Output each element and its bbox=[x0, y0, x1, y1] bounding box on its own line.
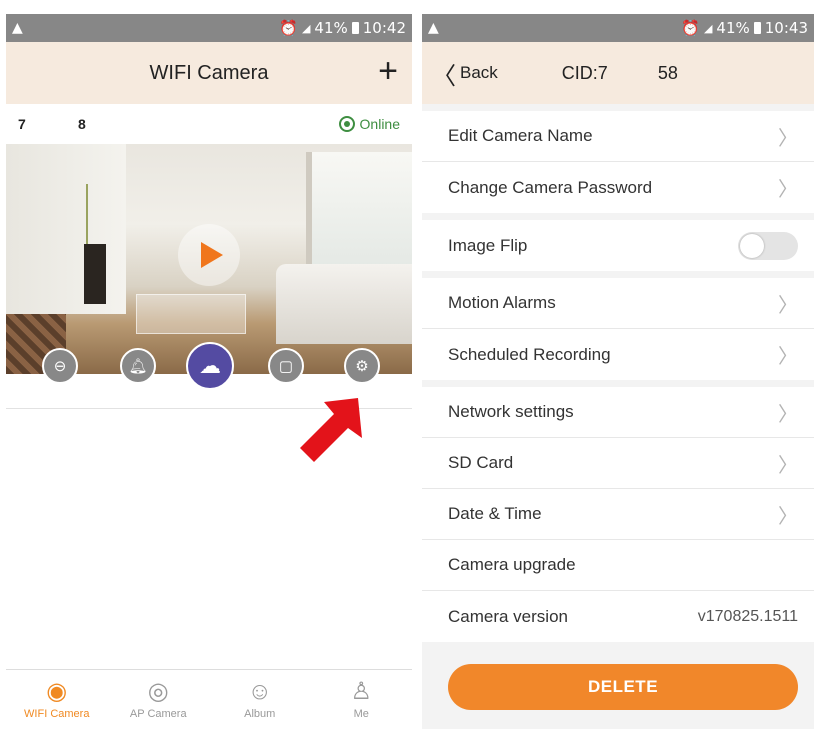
bottom-nav: ◉ WIFI Camera ◎ AP Camera ☺ Album ♙ Me bbox=[6, 669, 412, 729]
chevron-left-icon: 〈 bbox=[432, 62, 456, 90]
chevron-right-icon: 〉 bbox=[778, 346, 798, 368]
nav-label: AP Camera bbox=[129, 707, 187, 720]
sd-card-row[interactable]: SD Card 〉 bbox=[422, 438, 814, 489]
battery-percent: 41% bbox=[314, 19, 348, 37]
online-status: Online bbox=[338, 116, 400, 132]
chevron-right-icon: 〉 bbox=[778, 127, 798, 150]
back-label: Back bbox=[460, 63, 498, 82]
camera-icon: ◎ bbox=[147, 677, 169, 705]
row-label: SD Card bbox=[448, 453, 514, 472]
page-title: WIFI Camera bbox=[149, 61, 269, 84]
warning-triangle-icon: ▲ bbox=[12, 20, 23, 36]
camera-upgrade-row[interactable]: Camera upgrade bbox=[422, 540, 814, 591]
image-flip-row: Image Flip bbox=[422, 220, 814, 271]
chevron-right-icon: 〉 bbox=[778, 179, 798, 201]
cloud-icon[interactable]: ☁ bbox=[186, 342, 234, 390]
status-bar: ▲ ⏰ ◢ 41% 10:43 bbox=[422, 14, 814, 42]
clock: 10:42 bbox=[362, 19, 406, 37]
row-label: Camera upgrade bbox=[448, 555, 576, 574]
wifi-camera-screen: ▲ ⏰ ◢ 41% 10:42 WIFI Camera + 7 8 Online bbox=[6, 14, 412, 729]
camera-id-part: 8 bbox=[78, 116, 86, 132]
edit-camera-name-row[interactable]: Edit Camera Name 〉 bbox=[422, 111, 814, 162]
signal-icon: ◢ bbox=[301, 21, 311, 35]
alarm-icon: ⏰ bbox=[681, 19, 700, 37]
battery-icon bbox=[753, 22, 761, 34]
nav-label: Album bbox=[244, 707, 276, 720]
motion-alarms-row[interactable]: Motion Alarms 〉 bbox=[422, 278, 814, 329]
cid-label: CID: bbox=[561, 62, 598, 83]
webcam-icon: ◉ bbox=[46, 677, 68, 705]
camera-settings-screen: ▲ ⏰ ◢ 41% 10:43 〈 Back CID:7 58 Edit Cam… bbox=[422, 14, 814, 729]
album-icon: ☺ bbox=[247, 677, 272, 705]
bell-icon[interactable]: 🔔︎ bbox=[120, 348, 156, 384]
warning-triangle-icon: ▲ bbox=[428, 20, 439, 36]
nav-label: WIFI Camera bbox=[24, 707, 90, 720]
online-icon bbox=[338, 116, 355, 132]
camera-actions: ⊖ 🔔︎ ☁ ▢ ⚙ bbox=[6, 340, 412, 390]
scheduled-recording-row[interactable]: Scheduled Recording 〉 bbox=[422, 329, 814, 380]
row-label: Motion Alarms bbox=[448, 293, 556, 312]
app-bar: 〈 Back CID:7 58 bbox=[422, 42, 814, 104]
lock-icon[interactable]: ⊖ bbox=[42, 348, 78, 384]
camera-version-row: Camera version v170825.1511 bbox=[422, 591, 814, 642]
clock: 10:43 bbox=[764, 19, 808, 37]
date-time-row[interactable]: Date & Time 〉 bbox=[422, 489, 814, 540]
red-arrow-annotation bbox=[300, 398, 362, 462]
settings-group: Network settings 〉 SD Card 〉 Date & Time… bbox=[422, 387, 814, 642]
chevron-right-icon: 〉 bbox=[778, 403, 798, 426]
chevron-right-icon: 〉 bbox=[778, 454, 798, 477]
nav-wifi-camera[interactable]: ◉ WIFI Camera bbox=[6, 670, 108, 729]
delete-button[interactable]: DELETE bbox=[448, 664, 798, 710]
settings-group: Edit Camera Name 〉 Change Camera Passwor… bbox=[422, 111, 814, 213]
signal-icon: ◢ bbox=[703, 21, 713, 35]
row-label: Scheduled Recording bbox=[448, 344, 611, 364]
battery-percent: 41% bbox=[716, 19, 750, 37]
nav-album[interactable]: ☺ Album bbox=[209, 670, 311, 729]
alarm-icon: ⏰ bbox=[279, 19, 298, 37]
battery-icon bbox=[351, 22, 359, 34]
person-icon: ♙ bbox=[350, 677, 372, 705]
delete-area: DELETE bbox=[422, 642, 814, 710]
change-password-row[interactable]: Change Camera Password 〉 bbox=[422, 162, 814, 213]
chevron-right-icon: 〉 bbox=[778, 294, 798, 317]
status-bar: ▲ ⏰ ◢ 41% 10:42 bbox=[6, 14, 412, 42]
sd-card-icon[interactable]: ▢ bbox=[268, 348, 304, 384]
chevron-right-icon: 〉 bbox=[778, 505, 798, 528]
online-label: Online bbox=[359, 116, 400, 132]
gear-icon[interactable]: ⚙ bbox=[344, 348, 380, 384]
back-button[interactable]: 〈 Back bbox=[432, 56, 498, 91]
image-flip-toggle[interactable] bbox=[738, 231, 798, 260]
network-settings-row[interactable]: Network settings 〉 bbox=[422, 387, 814, 438]
camera-id-part: 7 bbox=[18, 116, 26, 132]
cid-value: 7 bbox=[597, 62, 608, 83]
nav-ap-camera[interactable]: ◎ AP Camera bbox=[108, 670, 210, 729]
camera-header[interactable]: 7 8 Online bbox=[6, 104, 412, 144]
play-button[interactable] bbox=[178, 224, 240, 286]
row-label: Camera version bbox=[448, 606, 568, 626]
row-label: Image Flip bbox=[448, 235, 528, 255]
row-label: Network settings bbox=[448, 402, 574, 421]
app-bar: WIFI Camera + bbox=[6, 42, 412, 104]
row-label: Date & Time bbox=[448, 504, 542, 523]
plus-icon[interactable]: + bbox=[378, 54, 398, 88]
nav-label: Me bbox=[353, 707, 369, 720]
cid-value: 58 bbox=[657, 62, 678, 83]
settings-group: Image Flip bbox=[422, 220, 814, 271]
camera-version-value: v170825.1511 bbox=[697, 607, 798, 625]
settings-group: Motion Alarms 〉 Scheduled Recording 〉 bbox=[422, 278, 814, 380]
row-label: Change Camera Password bbox=[448, 177, 653, 197]
row-label: Edit Camera Name bbox=[448, 126, 593, 145]
nav-me[interactable]: ♙ Me bbox=[311, 670, 413, 729]
camera-id-title: CID:7 58 bbox=[562, 63, 678, 84]
